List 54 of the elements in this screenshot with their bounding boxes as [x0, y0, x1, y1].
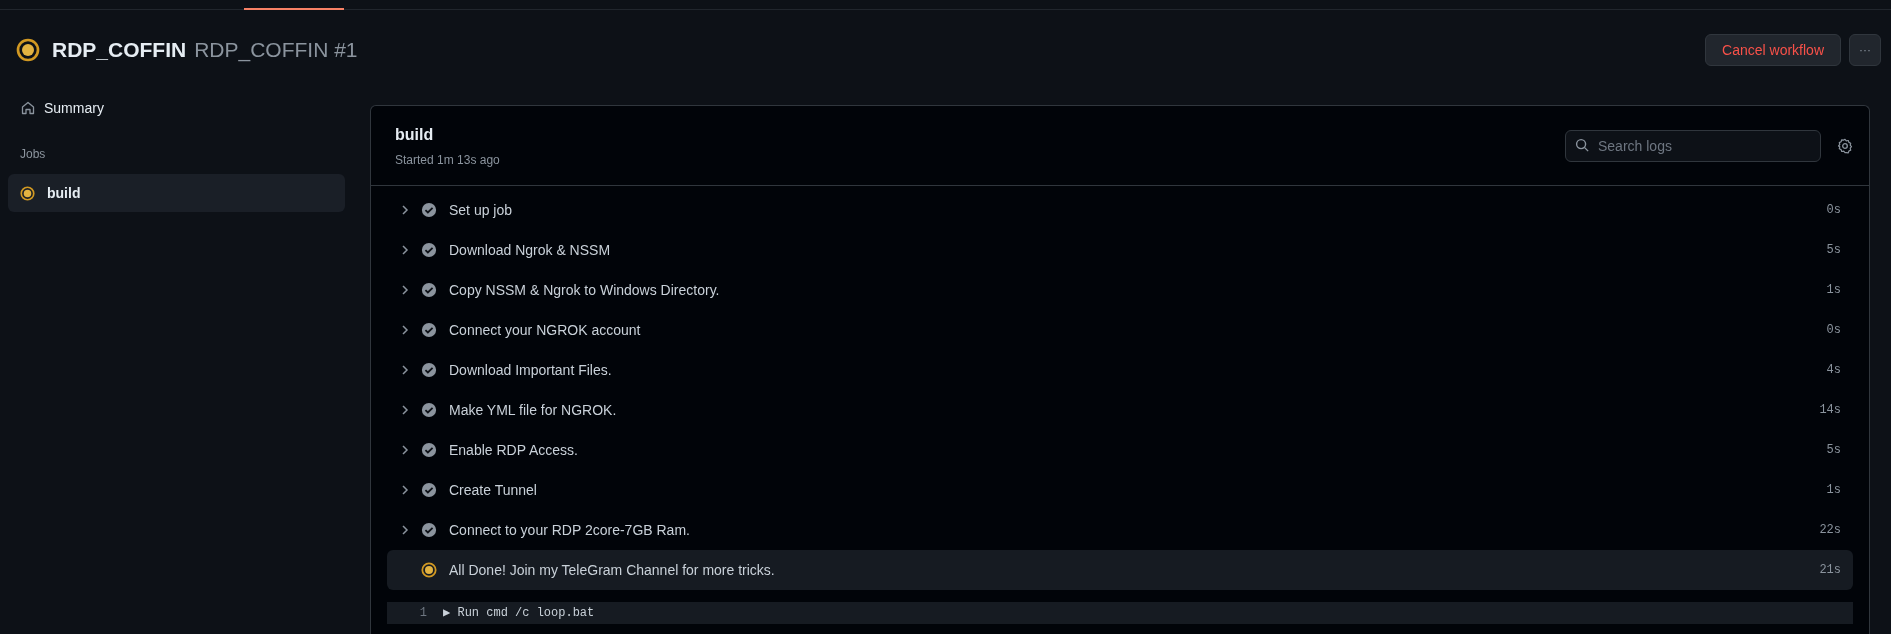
- cancel-workflow-button[interactable]: Cancel workflow: [1705, 34, 1841, 66]
- step-row[interactable]: Make YML file for NGROK. 14s: [387, 390, 1853, 430]
- step-row[interactable]: Enable RDP Access. 5s: [387, 430, 1853, 470]
- job-item[interactable]: build: [8, 174, 345, 212]
- summary-link[interactable]: Summary: [8, 90, 345, 126]
- line-number: 1: [418, 605, 428, 622]
- more-button[interactable]: ···: [1849, 34, 1881, 66]
- run-title: RDP_COFFIN #1: [194, 37, 358, 64]
- jobs-heading: Jobs: [19, 146, 47, 163]
- step-duration: 0s: [1826, 322, 1841, 339]
- chevron-right-icon: [399, 364, 411, 376]
- step-name: Enable RDP Access.: [449, 440, 579, 460]
- step-row[interactable]: All Done! Join my TeleGram Channel for more tricks. 21s: [387, 550, 1853, 590]
- search-logs-field[interactable]: Search logs: [1565, 129, 1821, 162]
- step-row[interactable]: Connect your NGROK account 0s: [387, 310, 1853, 350]
- step-name: All Done! Join my TeleGram Channel for more tricks.: [449, 560, 776, 580]
- step-duration: 0s: [1826, 202, 1841, 219]
- step-name: Download Important Files.: [449, 360, 613, 380]
- step-name: Make YML file for NGROK.: [449, 400, 618, 420]
- step-duration: 5s: [1826, 242, 1841, 259]
- job-started: Started 1m 13s ago: [395, 151, 500, 169]
- step-row[interactable]: Create Tunnel 1s: [387, 470, 1853, 510]
- log-text: ▶ Run cmd /c loop.bat: [443, 605, 595, 622]
- chevron-right-icon: [399, 324, 411, 336]
- step-row[interactable]: Download Ngrok & NSSM 5s: [387, 230, 1853, 270]
- chevron-right-icon: [399, 484, 411, 496]
- step-duration: 1s: [1826, 282, 1841, 299]
- job-title: build: [395, 124, 435, 145]
- step-name: Connect to your RDP 2core-7GB Ram.: [449, 520, 691, 540]
- step-name: Copy NSSM & Ngrok to Windows Directory.: [449, 280, 721, 300]
- workflow-name: RDP_COFFIN: [52, 37, 187, 64]
- step-name: Create Tunnel: [449, 480, 538, 500]
- chevron-right-icon: [399, 404, 411, 416]
- settings-icon[interactable]: [1837, 137, 1853, 154]
- step-name: Download Ngrok & NSSM: [449, 240, 612, 260]
- step-duration: 4s: [1826, 362, 1841, 379]
- step-duration: 1s: [1826, 482, 1841, 499]
- chevron-right-icon: [399, 244, 411, 256]
- step-duration: 5s: [1826, 442, 1841, 459]
- step-row[interactable]: Set up job 0s: [387, 190, 1853, 230]
- chevron-right-icon: [399, 284, 411, 296]
- step-duration: 21s: [1819, 562, 1841, 579]
- search-icon: [1575, 137, 1590, 153]
- chevron-right-icon: [399, 444, 411, 456]
- step-row[interactable]: Copy NSSM & Ngrok to Windows Directory. 1s: [387, 270, 1853, 310]
- chevron-right-icon: [399, 524, 411, 536]
- home-icon: [20, 100, 36, 116]
- step-row[interactable]: Download Important Files. 4s: [387, 350, 1853, 390]
- step-name: Connect your NGROK account: [449, 320, 642, 340]
- chevron-right-icon: [399, 204, 411, 216]
- step-row[interactable]: Connect to your RDP 2core-7GB Ram. 22s: [387, 510, 1853, 550]
- step-duration: 22s: [1819, 522, 1841, 539]
- step-duration: 14s: [1819, 402, 1841, 419]
- step-name: Set up job: [449, 200, 514, 220]
